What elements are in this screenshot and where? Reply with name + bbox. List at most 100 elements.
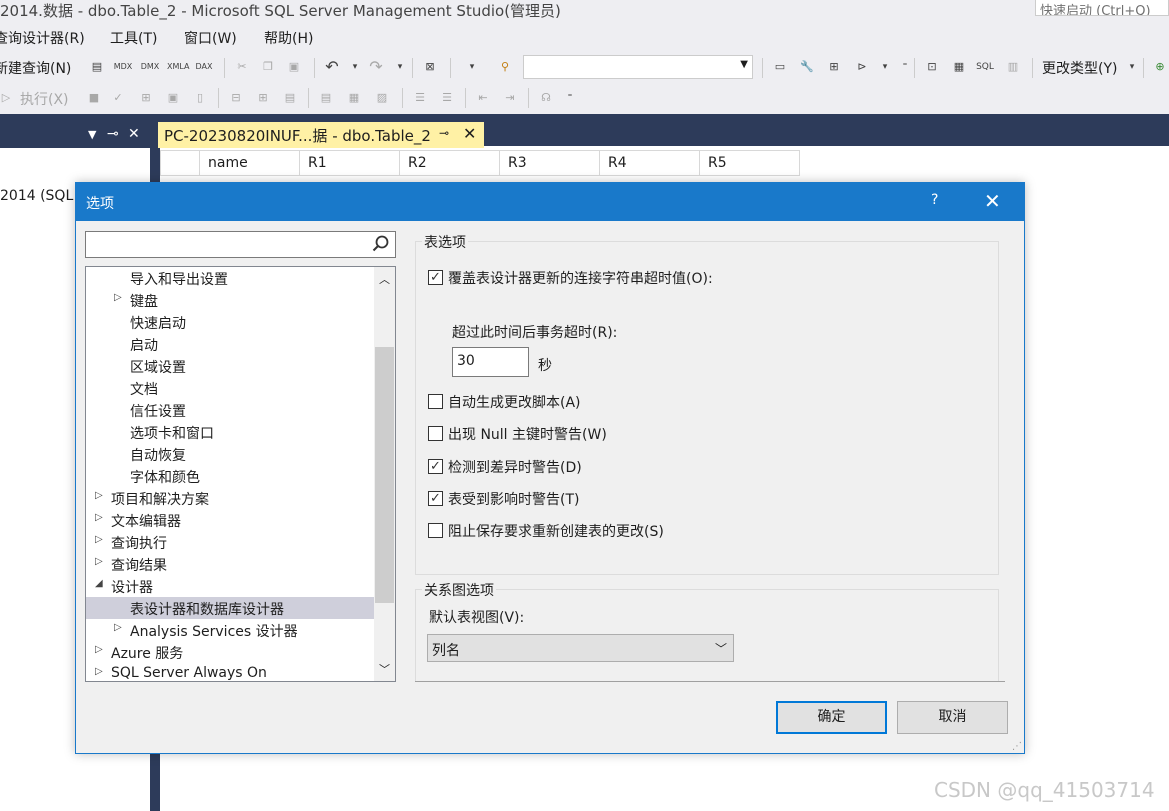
dmx-query-icon[interactable]: DMX bbox=[140, 57, 160, 77]
null-warning-checkbox[interactable] bbox=[428, 426, 443, 441]
registered-servers-icon[interactable]: ▭ bbox=[770, 57, 790, 77]
resize-grip-icon[interactable]: ⋰ bbox=[1012, 741, 1022, 752]
query-options-icon[interactable]: ▣ bbox=[163, 88, 183, 108]
live-stats-icon[interactable]: ▤ bbox=[280, 88, 300, 108]
db-engine-query-icon[interactable]: ▤ bbox=[87, 57, 107, 77]
specify-values-icon[interactable]: ☊ bbox=[536, 88, 556, 108]
tree-item[interactable]: ▷ Analysis Services 设计器 bbox=[86, 619, 374, 641]
tree-scrollbar[interactable]: ︿ ﹀ bbox=[374, 267, 395, 681]
indent-icon[interactable]: ⇥ bbox=[500, 88, 520, 108]
collapsed-arrow-icon[interactable]: ▷ bbox=[95, 512, 103, 523]
chevron-up-icon[interactable]: ︿ bbox=[379, 271, 390, 287]
navigate-icon[interactable]: ⊠ bbox=[420, 57, 440, 77]
find-icon[interactable]: ⚲ bbox=[495, 57, 515, 77]
tree-item[interactable]: ▷ 文本编辑器 bbox=[86, 509, 374, 531]
stop-icon[interactable]: ■ bbox=[84, 88, 104, 108]
uncomment-icon[interactable]: ☰ bbox=[437, 88, 457, 108]
tree-item[interactable]: 字体和颜色 bbox=[86, 465, 374, 487]
client-stats-icon[interactable]: ⊞ bbox=[253, 88, 273, 108]
tree-item[interactable]: ◢ 设计器 bbox=[86, 575, 374, 597]
tree-item[interactable]: ▷ SQL Server Always On bbox=[86, 663, 374, 681]
tree-item[interactable]: ▷ 键盘 bbox=[86, 289, 374, 311]
comment-icon[interactable]: ☰ bbox=[410, 88, 430, 108]
undo-icon[interactable]: ↶ bbox=[322, 57, 342, 77]
column-header[interactable]: R3 bbox=[500, 150, 600, 176]
tree-item[interactable]: 区域设置 bbox=[86, 355, 374, 377]
tree-item[interactable]: ▷ 查询执行 bbox=[86, 531, 374, 553]
column-header[interactable]: R2 bbox=[400, 150, 500, 176]
collapsed-arrow-icon[interactable]: ▷ bbox=[114, 622, 122, 633]
menu-help[interactable]: 帮助(H) bbox=[264, 28, 313, 48]
cancel-button[interactable]: 取消 bbox=[897, 701, 1008, 734]
tab-pin-icon[interactable]: ⊸ bbox=[439, 126, 449, 140]
column-header[interactable]: R4 bbox=[600, 150, 700, 176]
results-grid-icon[interactable]: ▦ bbox=[344, 88, 364, 108]
timeout-input[interactable]: 30 bbox=[452, 347, 529, 377]
results-file-icon[interactable]: ▨ bbox=[372, 88, 392, 108]
cut-icon[interactable]: ✂ bbox=[232, 57, 252, 77]
prevent-save-checkbox[interactable] bbox=[428, 523, 443, 538]
undo-dropdown-icon[interactable]: ▾ bbox=[345, 57, 365, 77]
collapsed-arrow-icon[interactable]: ▷ bbox=[95, 556, 103, 567]
override-timeout-checkbox[interactable]: ✓ bbox=[428, 270, 443, 285]
default-view-select[interactable]: 列名 ﹀ bbox=[427, 634, 734, 662]
results-icon[interactable]: ▯ bbox=[190, 88, 210, 108]
toolbar-overflow-icon[interactable]: ⁼ bbox=[560, 88, 580, 108]
execute-button[interactable]: 执行(X) bbox=[20, 89, 69, 109]
menu-query-designer[interactable]: 查询设计器(R) bbox=[0, 28, 85, 48]
change-type-button[interactable]: 更改类型(Y) bbox=[1042, 58, 1117, 78]
column-header[interactable]: name bbox=[200, 150, 300, 176]
query-plan-icon[interactable]: ⊞ bbox=[136, 88, 156, 108]
panel-pin-icon[interactable]: ⊸ bbox=[107, 126, 119, 142]
scrollbar-thumb[interactable] bbox=[375, 347, 394, 603]
expanded-arrow-icon[interactable]: ◢ bbox=[95, 578, 103, 589]
tree-item[interactable]: ▷ Azure 服务 bbox=[86, 641, 374, 663]
grid-icon[interactable]: ▦ bbox=[949, 57, 969, 77]
actual-plan-icon[interactable]: ⊟ bbox=[226, 88, 246, 108]
tree-item[interactable]: ▷ 项目和解决方案 bbox=[86, 487, 374, 509]
toolbar-dropdown-icon[interactable]: ▾ bbox=[875, 57, 895, 77]
collapsed-arrow-icon[interactable]: ▷ bbox=[95, 490, 103, 501]
paste-icon[interactable]: ▣ bbox=[284, 57, 304, 77]
tree-item[interactable]: 快速启动 bbox=[86, 311, 374, 333]
wrench-icon[interactable]: 🔧 bbox=[797, 57, 817, 77]
collapsed-arrow-icon[interactable]: ▷ bbox=[114, 292, 122, 303]
redo-icon[interactable]: ↷ bbox=[366, 57, 386, 77]
column-header[interactable]: R5 bbox=[700, 150, 800, 176]
tab-close-icon[interactable]: ✕ bbox=[463, 124, 476, 143]
help-button[interactable]: ? bbox=[931, 192, 938, 208]
tab-dbo-table-2[interactable]: PC-20230820INUF...据 - dbo.Table_2 ⊸ ✕ bbox=[158, 122, 484, 148]
tree-item[interactable]: 表设计器和数据库设计器 bbox=[86, 597, 374, 619]
tree-item[interactable]: 文档 bbox=[86, 377, 374, 399]
redo-dropdown-icon[interactable]: ▾ bbox=[390, 57, 410, 77]
quick-launch-input[interactable]: 快速启动 (Ctrl+Q) bbox=[1035, 0, 1169, 16]
tree-item[interactable]: 导入和导出设置 bbox=[86, 267, 374, 289]
sql-pane-icon[interactable]: SQL bbox=[975, 57, 995, 77]
tree-item[interactable]: 启动 bbox=[86, 333, 374, 355]
dialog-close-button[interactable]: ✕ bbox=[984, 189, 1001, 213]
options-search-input[interactable] bbox=[85, 231, 396, 258]
panel-menu-icon[interactable]: ▼ bbox=[88, 128, 96, 141]
execute-icon[interactable]: ▷ bbox=[0, 88, 16, 108]
tree-item[interactable]: 信任设置 bbox=[86, 399, 374, 421]
solution-config-dropdown-icon[interactable]: ▾ bbox=[462, 57, 482, 77]
outdent-icon[interactable]: ⇤ bbox=[473, 88, 493, 108]
add-group-by-icon[interactable]: ⊕ bbox=[1150, 57, 1169, 77]
copy-icon[interactable]: ❐ bbox=[258, 57, 278, 77]
toolbox-icon[interactable]: ⊞ bbox=[824, 57, 844, 77]
collapsed-arrow-icon[interactable]: ▷ bbox=[95, 644, 103, 655]
results-pane-icon[interactable]: ▥ bbox=[1003, 57, 1023, 77]
find-combo[interactable]: ▼ bbox=[523, 55, 753, 79]
xmla-query-icon[interactable]: XMLA bbox=[167, 57, 190, 77]
ok-button[interactable]: 确定 bbox=[776, 701, 887, 734]
panel-close-icon[interactable]: ✕ bbox=[128, 126, 140, 142]
menu-tools[interactable]: 工具(T) bbox=[110, 28, 157, 48]
dax-query-icon[interactable]: DAX bbox=[194, 57, 214, 77]
diagram-icon[interactable]: ⊡ bbox=[922, 57, 942, 77]
tree-item[interactable]: 自动恢复 bbox=[86, 443, 374, 465]
new-query-button[interactable]: 新建查询(N) bbox=[0, 58, 71, 78]
diff-warning-checkbox[interactable]: ✓ bbox=[428, 459, 443, 474]
collapsed-arrow-icon[interactable]: ▷ bbox=[95, 666, 103, 677]
tree-item[interactable]: ▷ 查询结果 bbox=[86, 553, 374, 575]
check-icon[interactable]: ✓ bbox=[108, 88, 128, 108]
